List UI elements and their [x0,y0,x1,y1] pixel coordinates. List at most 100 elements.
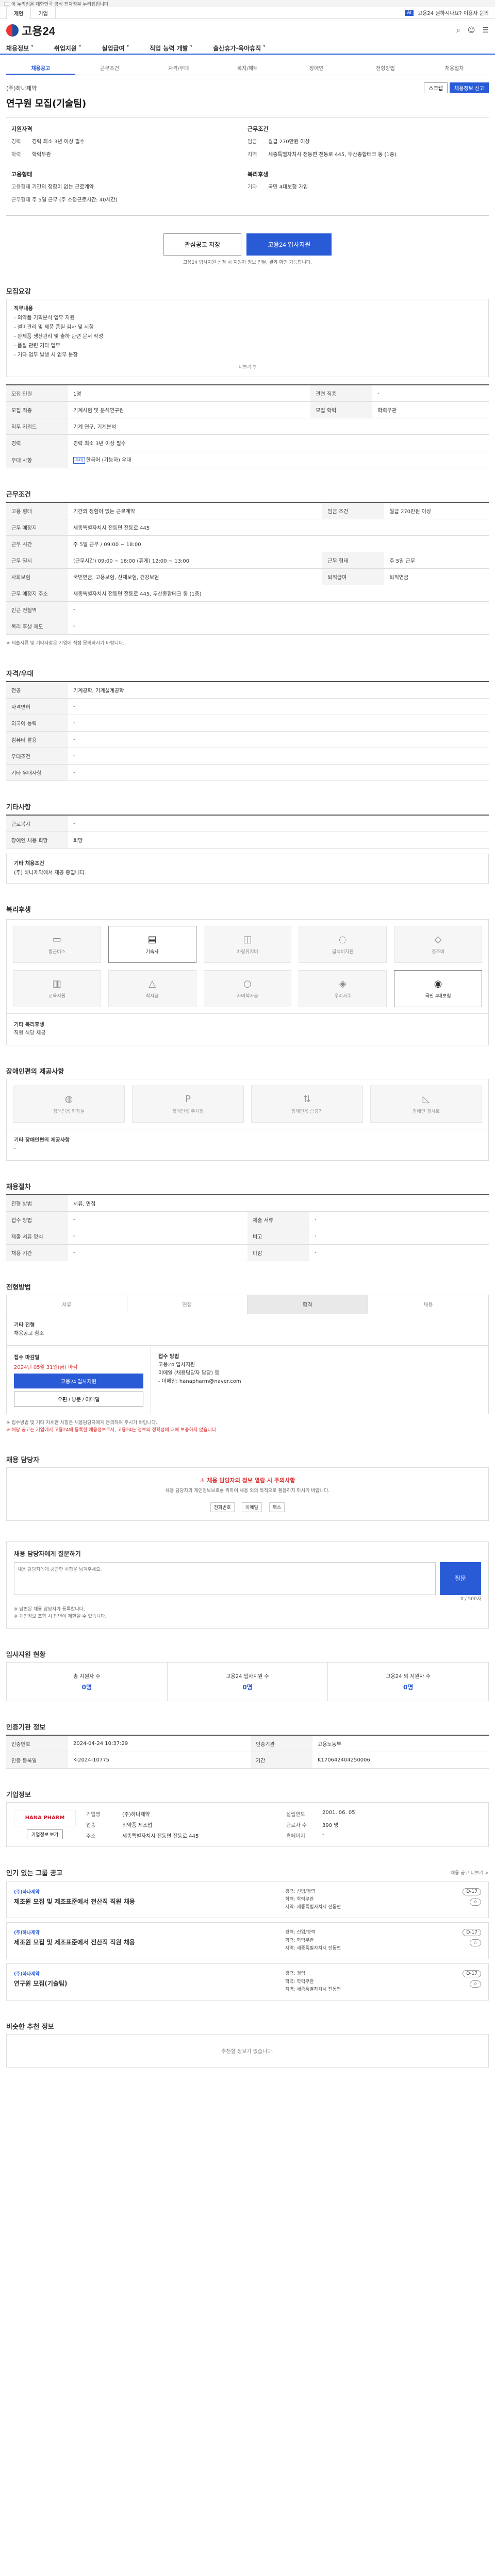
contact-fax[interactable]: 팩스 [269,1502,285,1512]
section-qualifications: 자격/우대 전공 기계공학, 기계설계공학 자격면허 - 외국어 능력 - 컴퓨터 활… [6,668,489,781]
welfare-etc: 기타 복리후생 직원 식당 제공 [6,1013,489,1045]
nav-training[interactable]: 직업 능력 개발 ▾ [150,44,192,53]
job-title: 연구원 모집(기술팀) [6,98,87,109]
welfare-item: ▭ 통근버스 [13,925,101,963]
char-counter: 0 / 500자 [460,1596,481,1602]
star-icon: ☆ [469,1898,481,1906]
menu-icon[interactable]: ☰ [482,26,489,35]
welfare-item: ◫ 차량유지비 [203,925,292,963]
welfare-grid: ▭ 통근버스 ▤ 기숙사 ◫ 차량유지비 ◌ 급식비지원 ◇ 경조비 ▥ 교육지원 △ 학자금… [6,919,489,1014]
etc-box: 기타 채용조건 (주) 하나제약에서 제공 중입니다. [6,853,489,884]
header: 고용24 ⌕ ☺ ☰ [0,19,495,42]
tab-personal[interactable]: 개인 [6,6,31,19]
section-company: 기업정보 HANA PHARM 기업정보 보기 기업명 (주)하나제약 설립연도 2… [6,1789,489,1847]
gov-banner: 이 누리집은 대한민국 공식 전자정부 누리집입니다. [0,0,495,7]
bus-icon: ▭ [52,934,61,945]
section-question: 채용 담당자에게 질문하기 질문 0 / 500자 ※ 답변은 채용 담당자가 … [6,1541,489,1629]
car-icon: ◫ [243,934,252,945]
job-card[interactable]: (주)하나제약 제조원 모집 및 제조표준에서 전산직 직원 채용 경력: 신입/… [6,1922,489,1960]
summary-box: 지원자격 경력 경력 최소 3년 이상 필수 학력 학력무관 고용형태 고용형태 기간… [6,117,489,216]
step-hire: 채용 [423,1302,433,1309]
selection-steps: 서류 면접 합격 채용 [6,1294,489,1314]
search-icon[interactable]: ⌕ [456,26,460,35]
disability-grid: ◍ 장애인용 화장실 P 장애인용 주차장 ⇅ 장애인용 승강기 ◺ 장애인 경사로 [6,1078,489,1129]
more-button[interactable]: 더보기 ▽ [14,363,481,371]
top-bar: 개인 기업 AI 고용24 원하시나요? 이용자 문의 [0,6,495,19]
welfare-item: ▤ 기숙사 [108,925,196,963]
parking-icon: P [185,1093,191,1105]
ramp-icon: ◺ [422,1093,430,1105]
stock-icon: ◈ [339,978,346,989]
step-documents: 서류 [7,1295,127,1314]
welfare-item: ◉ 국민 4대보험 [394,970,482,1007]
conditions-table: 고용 형태 기간의 정함이 없는 근로계약 임금 조건 월급 270만원 이상 근무 … [6,502,489,635]
apply-offline-button[interactable]: 우편 / 방문 / 이메일 [14,1391,143,1406]
nav-unemployment[interactable]: 실업급여 ▾ [102,44,129,53]
duty-box: 직무내용 - 의약품 기획분석 업무 지원 - 설비관리 및 제품 품질 검사 … [6,299,489,378]
logo[interactable]: 고용24 [6,22,55,39]
welfare-item: ○ 자녀학자금 [203,970,292,1007]
tab-benefits[interactable]: 복지/혜택 [213,62,282,75]
disability-etc: 기타 장애인편의 제공사항 - [6,1129,489,1161]
section-etc: 기타사항 근로복지 - 장애인 채용 희망 희망 기타 채용조건 (주) 하나제약에… [6,802,489,884]
company-info-button[interactable]: 기업정보 보기 [26,1829,63,1839]
etc-table: 근로복지 - 장애인 채용 희망 희망 [6,814,489,849]
section-contact: 채용 담당자 ⚠ 채용 담당자의 정보 열람 시 주의사항 채용 담당자의 개인… [6,1454,489,1521]
question-box: 채용 담당자에게 질문하기 질문 0 / 500자 ※ 답변은 채용 담당자가 … [6,1541,489,1629]
apply-note: 고용24 입사지원 신청 시 지원자 정보 전달, 결과 확인 가능합니다. [183,260,312,265]
summary-qual-title: 지원자격 [11,126,32,132]
more-jobs-link[interactable]: 채용 공고 더보기 > [451,1869,489,1876]
section-process: 채용절차 전형 방법 서류, 면접 접수 방법 - 제출 서류 - 제출 서류 양식 - 비… [6,1181,489,1261]
tab-posting[interactable]: 채용공고 [6,62,75,75]
question-input[interactable] [14,1562,436,1595]
job-card[interactable]: (주)하나제약 제조원 모집 및 제조표준에서 전산직 직원 채용 경력: 신입/… [6,1881,489,1919]
apply-online-button[interactable]: 고용24 입사지원 [14,1373,143,1388]
help-link[interactable]: 고용24 원하시나요? 이용자 문의 [418,9,489,16]
main-nav: 채용정보 ▾ 취업지원 ▾ 실업급여 ▾ 직업 능력 개발 ▾ 출산휴가·육아휴직 ▾ [0,42,495,55]
question-submit-button[interactable]: 질문 [440,1562,481,1595]
section-conditions: 근무조건 고용 형태 기간의 정함이 없는 근로계약 임금 조건 월급 270만원 이… [6,489,489,647]
job-card[interactable]: (주)하나제약 연구원 모집(기술팀) 경력: 경력 학력: 학력무관 지역: 세종특… [6,1963,489,2001]
save-interest-button[interactable]: 관심공고 저장 [163,233,242,256]
nav-support[interactable]: 취업지원 ▾ [54,44,81,53]
tab-conditions[interactable]: 근무조건 [75,62,144,75]
scrap-button[interactable]: 스크랩 [424,82,448,93]
contact-phone[interactable]: 전화번호 [210,1502,235,1512]
nav-jobs[interactable]: 채용정보 ▾ [6,44,34,53]
user-icon[interactable]: ☺ [468,26,475,35]
dday-badge: D-17 [463,1929,481,1937]
qualifications-table: 전공 기계공학, 기계설계공학 자격면허 - 외국어 능력 - 컴퓨터 활용 - 우대조… [6,681,489,781]
tab-process[interactable]: 채용절차 [420,62,489,75]
child-icon: ○ [243,978,252,989]
company-box: HANA PHARM 기업정보 보기 기업명 (주)하나제약 설립연도 2001. … [6,1802,489,1847]
contact-email[interactable]: 이메일 [241,1502,262,1512]
apply-box: 접수 마감일 2024년 05월 31일(금) 마감 고용24 입사지원 우편 … [6,1345,489,1414]
warning-icon: ⚠ [200,1477,207,1484]
step-interview: 면접 [127,1295,248,1314]
star-icon: ☆ [469,1939,481,1947]
book-icon: ▥ [52,978,61,989]
apply-button[interactable]: 고용24 입사지원 [246,233,332,256]
bed-icon: ▤ [147,934,157,945]
recruit-table: 모집 인원 1명 관련 직종 - 모집 직종 기계시험 및 분석연구원 모집 학력 학력무관… [6,384,489,469]
cap-icon: △ [148,978,156,989]
logo-icon [6,24,19,37]
tab-company[interactable]: 기업 [30,6,56,19]
process-table: 전형 방법 서류, 면접 접수 방법 - 제출 서류 - 제출 서류 양식 - 비고 - 채용… [6,1194,489,1261]
company-name[interactable]: (주)하나제약 [6,84,37,92]
selection-etc: 기타 전형 채용공고 참조 [6,1314,489,1346]
tab-selection[interactable]: 전형방법 [351,62,420,75]
section-tabs: 채용공고 근무조건 자격/우대 복지/혜택 장애인 전형방법 채용절차 [6,62,489,75]
section-selection: 전형방법 서류 면접 합격 채용 기타 전형 채용공고 참조 접수 마감일 202… [6,1282,489,1434]
summary-cond-title: 근무조건 [248,126,269,132]
tab-disability[interactable]: 장애인 [282,62,351,75]
summary-emp-title: 고용형태 [11,171,32,178]
nav-leave[interactable]: 출산휴가·육아휴직 ▾ [213,44,265,53]
welfare-item: ◇ 경조비 [394,925,482,963]
apply-stats: 총 지원자 수 0명 고용24 입사지원 수 0명 고용24 외 지원자 수 0명 [6,1662,489,1701]
report-button[interactable]: 채용정보 신고 [450,82,489,93]
insurance-icon: ◉ [434,978,442,989]
tab-qualifications[interactable]: 자격/우대 [144,62,213,75]
meal-icon: ◌ [338,934,347,945]
contact-box: ⚠ 채용 담당자의 정보 열람 시 주의사항 채용 담당자의 개인정보보호를 위… [6,1467,489,1521]
